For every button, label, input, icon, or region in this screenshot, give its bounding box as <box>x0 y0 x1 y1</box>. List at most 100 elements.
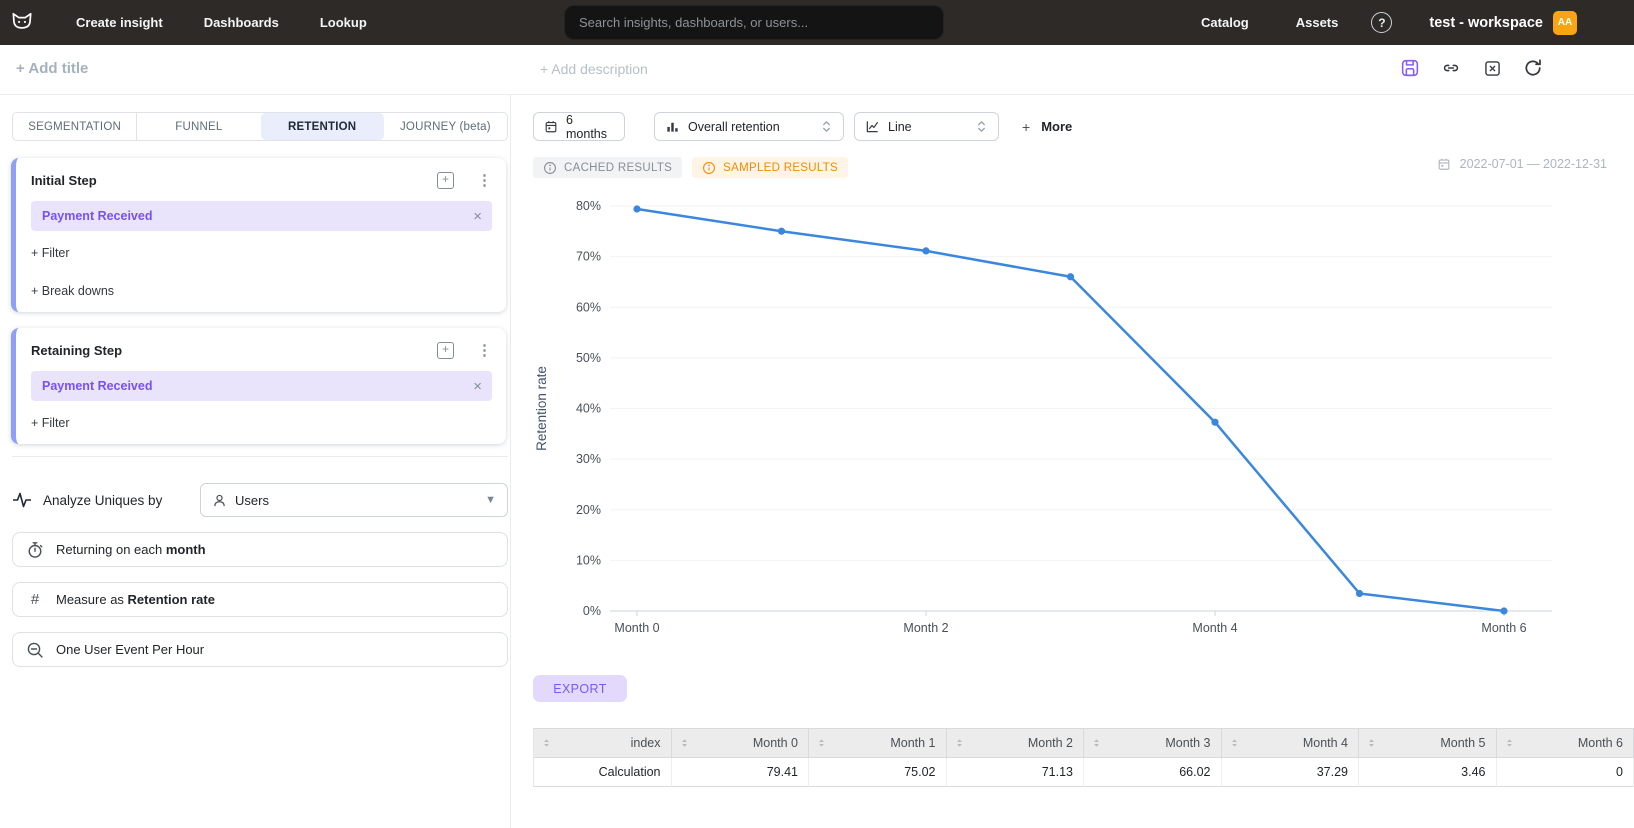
top-navbar: Create insight Dashboards Lookup Catalog… <box>0 0 1634 45</box>
nav-assets[interactable]: Assets <box>1296 15 1339 30</box>
chevron-down-icon: ▼ <box>485 494 496 506</box>
svg-text:10%: 10% <box>576 553 601 567</box>
column-header[interactable]: index <box>534 729 672 758</box>
add-description-field[interactable]: + Add description <box>540 61 648 77</box>
sort-icon <box>1091 736 1102 750</box>
panel-divider <box>12 456 508 457</box>
nav-dashboards[interactable]: Dashboards <box>204 15 279 30</box>
remove-event-icon[interactable]: × <box>473 208 482 225</box>
calendar-icon <box>544 119 558 134</box>
column-header[interactable]: Month 5 <box>1359 729 1497 758</box>
returning-period-setting[interactable]: Returning on each month <box>12 532 508 567</box>
sort-icon <box>816 736 827 750</box>
sort-icon <box>1366 736 1377 750</box>
table-cell: 66.02 <box>1084 758 1222 787</box>
info-icon <box>702 161 716 175</box>
clear-insight-icon[interactable] <box>1481 57 1503 79</box>
time-period-button[interactable]: 6 months <box>533 112 625 141</box>
bar-chart-icon <box>665 119 680 134</box>
step-menu-icon[interactable]: ⋮ <box>477 341 492 359</box>
remove-event-icon[interactable]: × <box>473 378 482 395</box>
workspace-name[interactable]: test - workspace <box>1429 15 1543 31</box>
tab-funnel[interactable]: FUNNEL <box>136 113 260 140</box>
svg-text:40%: 40% <box>576 402 601 416</box>
refresh-icon[interactable] <box>1522 57 1544 79</box>
nav-create-insight[interactable]: Create insight <box>76 15 163 30</box>
svg-text:Retention rate: Retention rate <box>534 366 549 451</box>
date-range[interactable]: 2022-07-01 — 2022-12-31 <box>1437 157 1607 171</box>
tab-retention[interactable]: RETENTION <box>261 113 384 140</box>
add-event-icon[interactable]: + <box>437 342 454 359</box>
table-cell: 37.29 <box>1222 758 1360 787</box>
chart-controls: 6 months Overall retention Line + More <box>533 112 1072 141</box>
add-breakdowns-button[interactable]: + Break downs <box>31 284 492 298</box>
dedupe-setting[interactable]: One User Event Per Hour <box>12 632 508 667</box>
zoom-out-icon <box>26 641 44 659</box>
measure-as-label: Measure as Retention rate <box>56 592 215 607</box>
column-header[interactable]: Month 6 <box>1497 729 1634 758</box>
metric-value: Overall retention <box>688 120 780 134</box>
retention-line-chart[interactable]: 0%10%20%30%40%50%60%70%80%Month 0Month 2… <box>533 185 1623 647</box>
dedupe-label: One User Event Per Hour <box>56 642 204 657</box>
svg-text:Month 4: Month 4 <box>1192 621 1237 635</box>
metric-select[interactable]: Overall retention <box>654 112 844 141</box>
analyze-uniques-row: Analyze Uniques by Users ▼ <box>12 482 508 518</box>
event-name[interactable]: Payment Received <box>42 209 152 223</box>
nav-catalog[interactable]: Catalog <box>1201 15 1249 30</box>
initial-step-event[interactable]: Payment Received × <box>31 201 492 231</box>
table-cell: 79.41 <box>672 758 810 787</box>
table-cell: 71.13 <box>947 758 1085 787</box>
app-logo-cat-icon[interactable] <box>9 10 35 36</box>
table-cell: 3.46 <box>1359 758 1497 787</box>
add-filter-button[interactable]: + Filter <box>31 416 492 430</box>
svg-text:0%: 0% <box>583 604 601 618</box>
add-event-icon[interactable]: + <box>437 172 454 189</box>
select-stepper-icon <box>975 119 988 134</box>
event-name[interactable]: Payment Received <box>42 379 152 393</box>
copy-link-icon[interactable] <box>1440 57 1462 79</box>
sampled-results-badge[interactable]: SAMPLED RESULTS <box>692 157 848 178</box>
save-icon[interactable] <box>1399 57 1421 79</box>
user-icon <box>212 493 227 508</box>
table-data-row: Calculation 79.41 75.02 71.13 66.02 37.2… <box>534 758 1634 787</box>
more-options-button[interactable]: + More <box>1022 119 1072 135</box>
stopwatch-icon <box>26 541 44 559</box>
navbar-right: Catalog Assets ? test - workspace AA <box>1201 0 1577 45</box>
nav-lookup[interactable]: Lookup <box>320 15 367 30</box>
svg-text:70%: 70% <box>576 250 601 264</box>
plus-icon: + <box>1022 119 1030 135</box>
hash-icon: # <box>26 591 44 608</box>
column-header[interactable]: Month 1 <box>809 729 947 758</box>
line-chart-icon <box>865 119 880 134</box>
measure-as-setting[interactable]: # Measure as Retention rate <box>12 582 508 617</box>
step-menu-icon[interactable]: ⋮ <box>477 171 492 189</box>
add-title-field[interactable]: + Add title <box>16 60 88 77</box>
column-header[interactable]: Month 4 <box>1222 729 1360 758</box>
search-input[interactable] <box>579 15 929 30</box>
add-filter-button[interactable]: + Filter <box>31 246 492 260</box>
column-header[interactable]: Month 0 <box>672 729 810 758</box>
sort-icon <box>679 736 690 750</box>
column-header[interactable]: Month 2 <box>947 729 1085 758</box>
user-avatar[interactable]: AA <box>1553 11 1577 35</box>
table-cell: 0 <box>1497 758 1634 787</box>
export-button[interactable]: EXPORT <box>533 675 627 702</box>
tab-journey[interactable]: JOURNEY (beta) <box>384 113 507 140</box>
global-search[interactable] <box>565 6 943 39</box>
retaining-step-card: Retaining Step + ⋮ Payment Received × + … <box>11 328 506 444</box>
column-header[interactable]: Month 3 <box>1084 729 1222 758</box>
svg-text:30%: 30% <box>576 452 601 466</box>
chart-type-select[interactable]: Line <box>854 112 999 141</box>
cached-results-badge[interactable]: CACHED RESULTS <box>533 157 682 178</box>
tab-segmentation[interactable]: SEGMENTATION <box>13 113 136 140</box>
table-cell: 75.02 <box>809 758 947 787</box>
analyze-by-dropdown[interactable]: Users ▼ <box>200 483 508 517</box>
initial-step-card: Initial Step + ⋮ Payment Received × + Fi… <box>11 158 506 312</box>
select-stepper-icon <box>820 119 833 134</box>
retaining-step-event[interactable]: Payment Received × <box>31 371 492 401</box>
help-icon[interactable]: ? <box>1371 12 1392 33</box>
retaining-step-title: Retaining Step <box>31 343 122 358</box>
calendar-icon <box>1437 157 1451 171</box>
table-cell: Calculation <box>534 758 672 787</box>
svg-text:Month 2: Month 2 <box>903 621 948 635</box>
